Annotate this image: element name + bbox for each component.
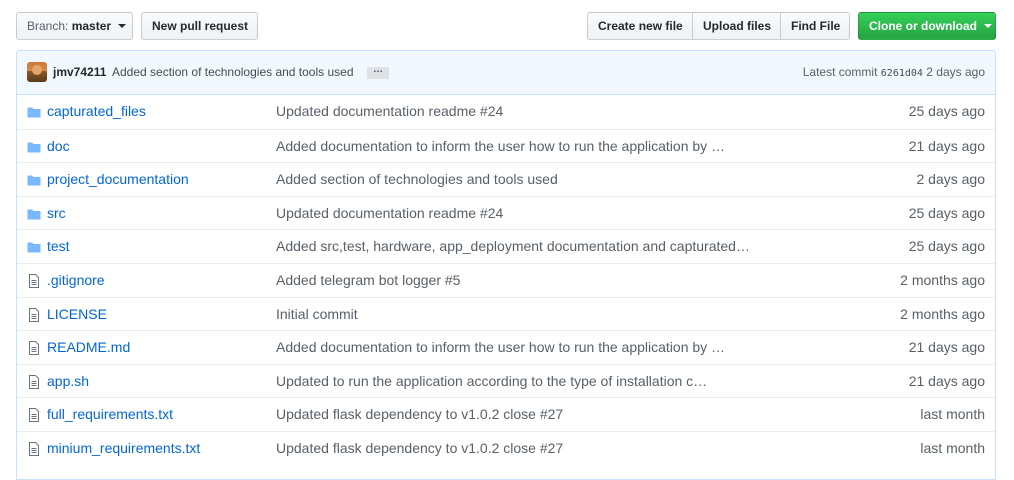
- chevron-down-icon: [984, 23, 993, 28]
- file-name-link[interactable]: minium_requirements.txt: [47, 440, 200, 456]
- file-icon: [27, 374, 41, 389]
- file-list: capturated_files Updated documentation re…: [17, 95, 995, 465]
- table-row: README.md Added documentation to inform t…: [17, 330, 995, 364]
- new-pull-request-button[interactable]: New pull request: [141, 12, 258, 40]
- latest-commit-bar: jmv74211 Added section of technologies a…: [17, 51, 995, 95]
- commit-age: last month: [920, 439, 985, 456]
- folder-icon: [27, 207, 41, 221]
- commit-message-link[interactable]: Added documentation to inform the user h…: [276, 339, 725, 355]
- clone-or-download-label: Clone or download: [869, 19, 977, 33]
- branch-prefix-label: Branch:: [27, 19, 69, 33]
- folder-icon: [27, 173, 41, 187]
- table-row: full_requirements.txt Updated flask depen…: [17, 397, 995, 431]
- table-row: project_documentation Added section of te…: [17, 162, 995, 196]
- table-row: .gitignore Added telegram bot logger #5 2 …: [17, 262, 995, 297]
- latest-commit-info: Latest commit 6261d04 2 days ago: [803, 65, 985, 79]
- file-name-link[interactable]: doc: [47, 138, 70, 154]
- commit-message-link[interactable]: Added section of technologies and tools …: [276, 171, 558, 187]
- file-name-link[interactable]: LICENSE: [47, 306, 107, 322]
- file-navigation-table: jmv74211 Added section of technologies a…: [16, 50, 996, 480]
- commit-message-link[interactable]: Added telegram bot logger #5: [276, 272, 460, 288]
- file-name-link[interactable]: app.sh: [47, 373, 89, 389]
- commit-age: 21 days ago: [908, 372, 985, 389]
- folder-icon: [27, 240, 41, 254]
- commit-age: 25 days ago: [908, 238, 985, 255]
- file-icon: [27, 408, 41, 423]
- commit-message-link[interactable]: Updated to run the application according…: [276, 373, 707, 389]
- repo-toolbar: Branch: master New pull request Create n…: [16, 12, 996, 40]
- table-row: doc Added documentation to inform the use…: [17, 128, 995, 163]
- latest-commit-label: Latest commit: [802, 65, 878, 79]
- commit-age: 21 days ago: [908, 137, 985, 154]
- upload-files-button[interactable]: Upload files: [692, 12, 781, 40]
- commit-age: 2 months ago: [900, 305, 985, 322]
- clone-or-download-button[interactable]: Clone or download: [858, 12, 996, 40]
- commit-age: 2 months ago: [900, 271, 985, 288]
- commit-message-link[interactable]: Added documentation to inform the user h…: [276, 138, 725, 154]
- file-name-link[interactable]: full_requirements.txt: [47, 406, 173, 422]
- file-name-link[interactable]: README.md: [47, 339, 130, 355]
- table-row: minium_requirements.txt Updated flask dep…: [17, 430, 995, 465]
- table-row: test Added src,test, hardware, app_deploy…: [17, 229, 995, 263]
- avatar[interactable]: [27, 62, 47, 82]
- file-icon: [27, 307, 41, 322]
- file-name-link[interactable]: .gitignore: [47, 272, 105, 288]
- chevron-down-icon: [118, 23, 127, 28]
- commit-age: 21 days ago: [908, 339, 985, 356]
- commit-message-link[interactable]: Updated documentation readme #24: [276, 103, 503, 119]
- commit-message-link[interactable]: Initial commit: [276, 306, 358, 322]
- expand-commit-button[interactable]: …: [367, 65, 389, 79]
- table-row: capturated_files Updated documentation re…: [17, 95, 995, 129]
- table-row: src Updated documentation readme #24 25 da…: [17, 195, 995, 230]
- table-row: app.sh Updated to run the application acc…: [17, 363, 995, 398]
- commit-message-link[interactable]: Updated flask dependency to v1.0.2 close…: [276, 440, 563, 456]
- file-name-link[interactable]: project_documentation: [47, 171, 189, 187]
- commit-sha-link[interactable]: 6261d04: [881, 68, 923, 79]
- commit-message-link[interactable]: Updated documentation readme #24: [276, 205, 503, 221]
- commit-message-link[interactable]: Added section of technologies and tools …: [112, 65, 354, 79]
- commit-age: last month: [920, 406, 985, 423]
- branch-name: master: [71, 19, 112, 33]
- branch-select-button[interactable]: Branch: master: [16, 12, 133, 40]
- file-name-link[interactable]: capturated_files: [47, 103, 146, 119]
- folder-icon: [27, 140, 41, 154]
- table-row: LICENSE Initial commit 2 months ago: [17, 296, 995, 331]
- file-icon: [27, 441, 41, 456]
- commit-message-link[interactable]: Updated flask dependency to v1.0.2 close…: [276, 406, 563, 422]
- commit-age: 25 days ago: [908, 103, 985, 119]
- file-icon: [27, 341, 41, 356]
- commit-age: 25 days ago: [908, 204, 985, 221]
- file-name-link[interactable]: test: [47, 238, 70, 254]
- commit-author-link[interactable]: jmv74211: [53, 65, 106, 79]
- file-icon: [27, 273, 41, 288]
- find-file-button[interactable]: Find File: [780, 12, 850, 40]
- create-new-file-button[interactable]: Create new file: [587, 12, 693, 40]
- commit-age: 2 days ago: [926, 65, 985, 79]
- commit-message-link[interactable]: Added src,test, hardware, app_deployment…: [276, 238, 750, 254]
- folder-icon: [27, 105, 41, 119]
- commit-age: 2 days ago: [916, 171, 986, 188]
- file-name-link[interactable]: src: [47, 205, 66, 221]
